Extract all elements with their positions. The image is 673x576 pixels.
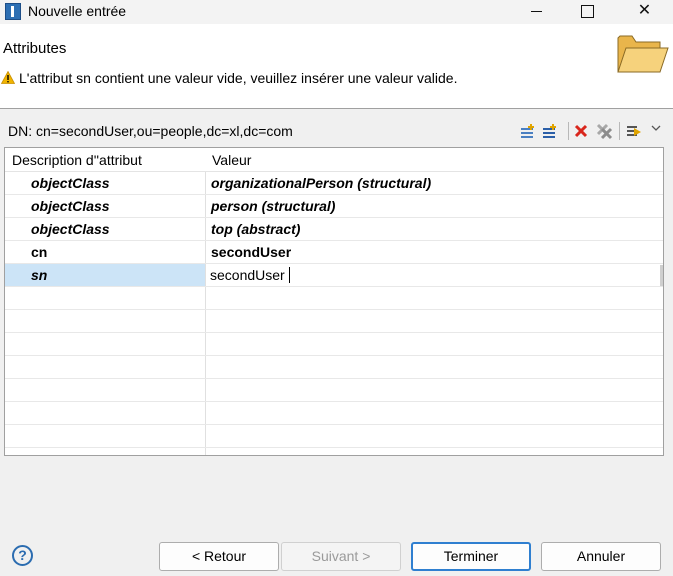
table-row[interactable] [5, 333, 663, 356]
attributes-table[interactable]: Description d''attribut Valeur objectCla… [4, 147, 664, 456]
table-row[interactable] [5, 287, 663, 310]
attribute-name: cn [31, 244, 48, 260]
delete-icon[interactable] [572, 122, 590, 140]
new-value-icon[interactable] [541, 122, 559, 140]
table-row[interactable]: objectClass organizationalPerson (struct… [5, 172, 663, 195]
text-caret [289, 267, 290, 283]
table-row[interactable] [5, 379, 663, 402]
attribute-name: objectClass [31, 198, 110, 214]
value-edit-input[interactable] [207, 265, 659, 285]
toolbar-separator [619, 122, 620, 140]
close-button[interactable]: ✕ [622, 0, 667, 22]
table-row[interactable] [5, 310, 663, 333]
table-row[interactable] [5, 402, 663, 425]
app-icon [5, 3, 21, 20]
window-title: Nouvelle entrée [28, 3, 127, 19]
minimize-button[interactable] [514, 0, 559, 22]
next-button[interactable]: Suivant > [281, 542, 401, 571]
attribute-name: objectClass [31, 175, 110, 191]
view-menu-icon[interactable] [650, 122, 662, 134]
column-header-description[interactable]: Description d''attribut [12, 152, 142, 168]
scrollbar[interactable] [660, 265, 663, 286]
new-attribute-icon[interactable] [519, 122, 537, 140]
toolbar-separator [568, 122, 569, 140]
attribute-value: top (abstract) [211, 221, 301, 237]
help-icon[interactable]: ? [12, 545, 33, 566]
validation-message: L'attribut sn contient une valeur vide, … [19, 70, 458, 86]
table-row[interactable]: cn secondUser [5, 241, 663, 264]
folder-icon [617, 35, 669, 73]
table-row[interactable] [5, 425, 663, 448]
attribute-value: secondUser [211, 244, 292, 260]
table-row[interactable] [5, 356, 663, 379]
title-bar: Nouvelle entrée ✕ [0, 0, 673, 24]
column-header-value[interactable]: Valeur [212, 152, 251, 168]
attribute-name: objectClass [31, 221, 110, 237]
wizard-header: Attributes L'attribut sn contient une va… [0, 24, 673, 109]
warning-icon [1, 71, 15, 84]
back-button[interactable]: < Retour [159, 542, 279, 571]
dn-label: DN: cn=secondUser,ou=people,dc=xl,dc=com [8, 123, 293, 139]
edit-icon[interactable] [625, 122, 643, 140]
table-row[interactable]: objectClass top (abstract) [5, 218, 663, 241]
table-header: Description d''attribut Valeur [5, 148, 663, 172]
table-row-selected[interactable]: sn [5, 264, 663, 287]
maximize-button[interactable] [563, 0, 608, 22]
table-row[interactable]: objectClass person (structural) [5, 195, 663, 218]
page-title: Attributes [3, 40, 67, 57]
delete-all-icon[interactable] [595, 122, 613, 140]
finish-button[interactable]: Terminer [411, 542, 531, 571]
cancel-button[interactable]: Annuler [541, 542, 661, 571]
attribute-value: person (structural) [211, 198, 336, 214]
attribute-name: sn [31, 267, 48, 283]
attribute-value: organizationalPerson (structural) [211, 175, 432, 191]
new-entry-window: Nouvelle entrée ✕ Attributes L'attribut … [0, 0, 673, 576]
